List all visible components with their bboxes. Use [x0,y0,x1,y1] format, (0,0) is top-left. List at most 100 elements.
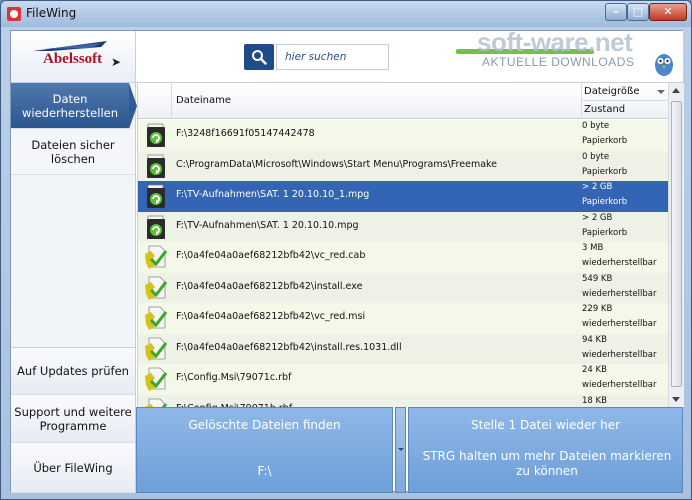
table-body: F:\3248f16691f05147442478 0 byte Papierkor… [138,120,668,407]
mascot-icon [655,54,673,76]
file-path: F:\3248f16691f05147442478 [176,128,315,139]
watermark: soft-ware.net AKTUELLE DOWNLOADS [456,27,684,83]
header: soft-ware.net AKTUELLE DOWNLOADS [136,27,683,83]
file-size: 18 KB [582,395,607,406]
file-state: Papierkorb [582,197,628,207]
file-state: Papierkorb [582,166,628,177]
app-window: FileWing – □ ✕ Abelssoft ➤ Daten wiederh… [0,0,692,500]
table-row[interactable]: F:\0a4fe04a0aef68212bfb42\install.res.10… [138,333,668,364]
file-path: F:\TV-Aufnahmen\SAT. 1 20.10.10_1.mpg [176,189,370,200]
table-row[interactable]: F:\TV-Aufnahmen\SAT. 1 20.10.10.mpg > 2 G… [138,211,668,242]
file-state: wiederherstellbar [582,349,657,360]
sidebar-item-label: Dateien sicher löschen [31,137,115,166]
table-row[interactable]: C:\ProgramData\Microsoft\Windows\Start M… [138,150,668,181]
sidebar-item-updates[interactable]: Auf Updates prüfen [11,347,135,395]
maximize-icon: □ [632,5,644,18]
minimize-icon: – [613,5,619,18]
file-size: 3 MB [582,243,604,253]
recycle-file-icon [144,123,168,148]
column-header-state[interactable]: Zustand [581,101,668,119]
client-area: Abelssoft ➤ Daten wiederherstellen Datei… [10,27,684,493]
table-row[interactable]: F:\0a4fe04a0aef68212bfb42\install.exe 549… [138,272,668,303]
file-size: 0 byte [582,151,610,162]
column-header-filename[interactable]: Dateiname [176,95,231,106]
sidebar-item-secure-delete[interactable]: Dateien sicher löschen [11,129,135,175]
selected-drive: F:\ [257,464,272,478]
file-path: F:\0a4fe04a0aef68212bfb42\vc_red.msi [176,311,366,322]
chevron-down-icon [398,448,404,451]
recycle-file-icon [144,215,168,240]
table-row[interactable]: F:\TV-Aufnahmen\SAT. 1 20.10.10_1.mpg > 2… [138,181,668,212]
minimize-button[interactable]: – [605,3,627,21]
file-path: C:\ProgramData\Microsoft\Windows\Start M… [176,158,498,170]
restore-files-button[interactable]: Stelle 1 Datei wieder her STRG halten um… [408,407,683,493]
file-state: wiederherstellbar [582,288,657,299]
logo-text: Abelssoft [43,51,103,67]
file-table: Dateiname Dateigröße Zustand F:\3248f166… [137,83,684,407]
maximize-button[interactable]: □ [627,3,649,21]
recoverable-file-icon [144,276,168,301]
sidebar-item-about[interactable]: Über FileWing [11,443,135,493]
file-size: 24 KB [582,365,607,375]
title-bar[interactable]: FileWing – □ ✕ [1,1,691,27]
column-header-icon[interactable] [138,83,172,119]
sidebar-item-label: Über FileWing [33,460,113,475]
table-row[interactable]: F:\0a4fe04a0aef68212bfb42\vc_red.msi 229 … [138,303,668,334]
scroll-up-icon[interactable] [672,88,680,93]
find-title: Gelöschte Dateien finden [188,418,341,432]
recoverable-file-icon [144,337,168,362]
sidebar-item-support[interactable]: Support und weitere Programme [11,395,135,443]
scroll-thumb[interactable] [671,101,682,387]
file-size: > 2 GB [582,212,613,223]
cursor-arrow-icon: ➤ [111,55,122,69]
recoverable-file-icon [144,306,168,331]
sidebar-item-label: Auf Updates prüfen [17,364,129,378]
search-input[interactable] [276,44,389,70]
sidebar-item-restore[interactable]: Daten wiederherstellen [11,83,129,129]
active-pointer-icon [129,83,137,129]
table-row[interactable]: F:\Config.Msi\79071c.rbf 24 KB wiederherst… [138,364,668,395]
file-state: Papierkorb [582,227,628,238]
action-panels: Gelöschte Dateien finden F:\ Stelle 1 Da… [136,407,683,493]
file-size: 0 byte [582,121,610,131]
file-path: F:\0a4fe04a0aef68212bfb42\install.res.10… [176,341,402,353]
file-path: F:\0a4fe04a0aef68212bfb42\vc_red.cab [176,250,366,261]
recoverable-file-icon [144,367,168,392]
watermark-text: soft-ware.net [477,27,633,57]
file-size: 229 KB [582,304,613,314]
logo: Abelssoft ➤ [11,31,136,83]
recycle-file-icon [144,184,168,209]
table-row[interactable]: F:\3248f16691f05147442478 0 byte Papierkor… [138,120,668,151]
close-button[interactable]: ✕ [649,3,687,21]
recoverable-file-icon [144,245,168,270]
file-size: 549 KB [582,273,613,284]
restore-title: Stelle 1 Datei wieder her [470,418,621,432]
column-header-size-label: Dateigröße [584,86,640,97]
find-deleted-files-button[interactable]: Gelöschte Dateien finden F:\ [136,407,393,493]
file-size: 94 KB [582,334,607,345]
column-header-size[interactable]: Dateigröße [581,83,668,101]
recycle-file-icon [144,154,168,179]
sidebar-item-label: Support und weitere Programme [14,404,132,433]
search-button[interactable] [244,44,274,70]
restore-hint: STRG halten um mehr Dateien markieren zu… [422,449,672,478]
sidebar-item-label: Daten wiederherstellen [22,91,118,120]
close-icon: ✕ [663,5,673,18]
recoverable-file-icon [144,398,168,407]
sort-arrow-icon [657,90,665,94]
file-state: wiederherstellbar [582,258,657,268]
file-path: F:\0a4fe04a0aef68212bfb42\install.exe [176,280,363,292]
window-title: FileWing [26,6,77,20]
watermark-subtext: AKTUELLE DOWNLOADS [482,55,635,69]
file-size: > 2 GB [582,182,613,192]
table-row[interactable]: F:\0a4fe04a0aef68212bfb42\vc_red.cab 3 MB… [138,242,668,273]
vertical-scrollbar[interactable] [668,83,684,407]
drive-dropdown-button[interactable] [395,407,406,493]
file-path: F:\TV-Aufnahmen\SAT. 1 20.10.10.mpg [176,219,359,231]
sidebar: Daten wiederherstellen Dateien sicher lö… [11,83,137,493]
table-row[interactable]: F:\Config.Msi\79071b.rbf18 KBwiederherst… [138,394,668,407]
app-icon [7,7,21,21]
file-state: Papierkorb [582,136,628,146]
file-state: wiederherstellbar [582,319,657,329]
scroll-down-icon[interactable] [672,397,680,402]
